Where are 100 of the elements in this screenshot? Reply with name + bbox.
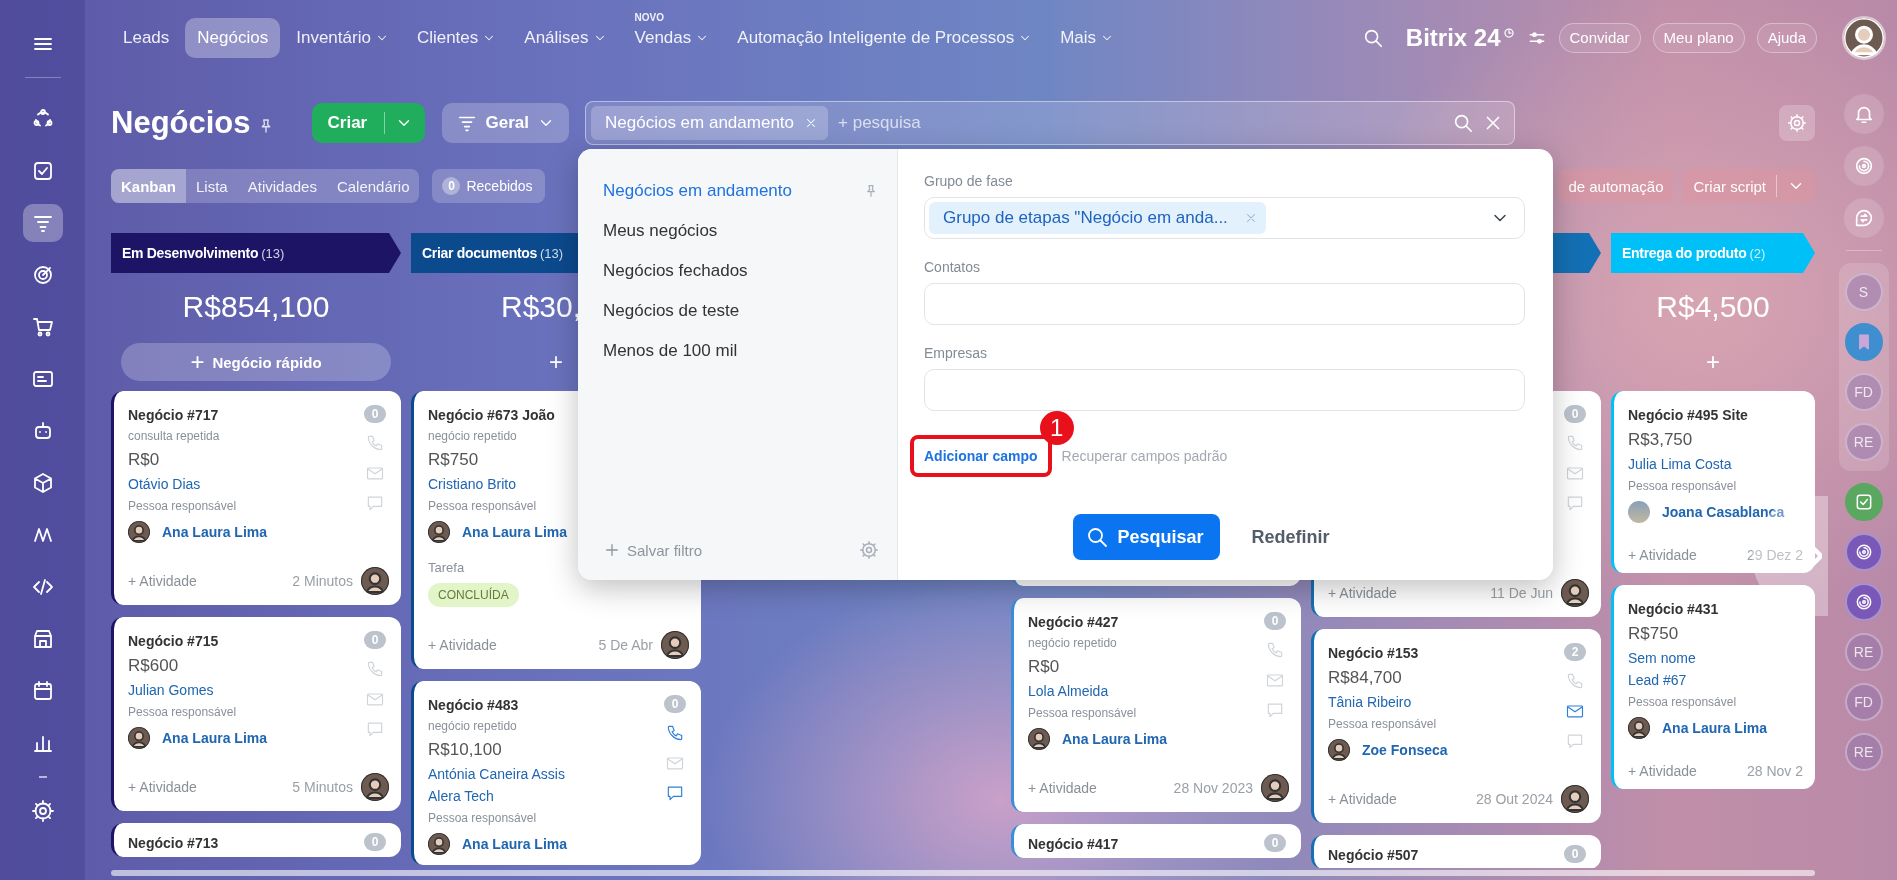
responsible-label: Pessoa responsável [1028,705,1137,722]
horizontal-scrollbar[interactable] [111,870,1815,876]
activity-time: 28 Out 2024 [1475,791,1553,807]
nav-tab[interactable]: Análises [512,17,619,58]
nav-tab[interactable]: Leads [111,17,182,58]
search-icon[interactable] [1452,112,1474,134]
deal-title[interactable]: Negócio #715 [128,631,219,651]
contact-link[interactable]: Sem nome [1628,647,1696,669]
user-avatar[interactable] [1841,16,1886,60]
responsible-label: Pessoa responsável [1628,478,1737,495]
filter-preset[interactable]: Negócios fechados [603,261,748,281]
chat-button[interactable] [1844,583,1883,621]
nav-tab[interactable]: Inventário [284,17,401,58]
view-tab[interactable]: Calendário [326,169,420,203]
responsible-link[interactable]: Ana Laura Lima [1062,731,1168,747]
select-field[interactable]: Grupo de etapas "Negócio em anda... [924,197,1525,239]
deal-card[interactable]: Negócio #507 0 [1311,835,1601,868]
add-activity-link[interactable]: + Atividade [428,637,497,653]
add-activity-link[interactable]: + Atividade [1328,585,1397,601]
responsible-link[interactable]: Ana Laura Lima [162,730,268,746]
deal-title[interactable]: Negócio #153 [1328,643,1419,663]
nav-tab[interactable]: Clientes [404,17,509,58]
responsible-link[interactable]: Zoe Fonseca [1362,742,1448,758]
deal-title[interactable]: Negócio #417 [1028,834,1119,854]
contact-link[interactable]: Antónia Caneira Assis [428,763,565,785]
new-label: NOVO [634,11,664,23]
deal-card[interactable]: Negócio #153 R$84,700 Tânia Ribeiro Pessoa responsável Zoe Fonseca 2 + Atividade 28 Out 2024 [1311,629,1601,823]
responsible-link[interactable]: Ana Laura Lima [162,524,268,540]
deal-card[interactable]: Negócio #717 consulta repetida R$0 Otávio Dias Pessoa responsável Ana Laura Lima 0 + Atividade 2 Minutos [111,391,401,605]
filter-preset[interactable]: Negócios em andamento [603,181,792,201]
responsible-link[interactable]: Ana Laura Lima [462,836,568,852]
task-label: Tarefa [428,559,465,577]
search-icon [1085,525,1110,549]
nav-tab[interactable]: Negócios [185,17,281,58]
reset-button[interactable]: Redefinir [1245,525,1336,549]
add-activity-link[interactable]: + Atividade [1028,780,1097,796]
add-field-link[interactable]: Adicionar campo [924,448,1038,464]
counter-badge: 0 [1264,612,1286,630]
filter-preset[interactable]: Menos de 100 mil [603,341,738,361]
contact-link[interactable]: Cristiano Brito [428,473,516,495]
responsible-link[interactable]: Ana Laura Lima [462,524,568,540]
view-tab[interactable]: Atividades [237,169,327,203]
view-tab[interactable]: Lista [186,169,238,203]
contact-link[interactable]: Lead #67 [1628,669,1687,691]
add-activity-link[interactable]: + Atividade [128,573,197,589]
field-label: Contatos [924,259,982,275]
deal-title[interactable]: Negócio #713 [128,833,219,853]
deal-card[interactable]: Negócio #431 R$750 Sem nome Lead #67 Pessoa responsável Ana Laura Lima + Atividade 28 Nov 2 [1611,585,1815,789]
deal-amount: R$3,750 [1628,429,1693,451]
responsible-link[interactable]: Joana Casablanca [1662,504,1785,520]
deal-title[interactable]: Negócio #507 [1328,845,1419,865]
deal-title[interactable]: Negócio #495 Site [1628,405,1748,425]
contact-link[interactable]: Otávio Dias [128,473,201,495]
deal-amount: R$0 [1028,656,1060,678]
activity-time: 29 Dez 2 [1746,547,1803,563]
deal-card[interactable]: Negócio #713 0 [111,823,401,857]
stage-count: (13) [261,245,285,261]
filter-preset[interactable]: Meus negócios [603,221,718,241]
stage-total: R$30, [501,289,582,324]
add-activity-link[interactable]: + Atividade [128,779,197,795]
deal-card[interactable]: Negócio #483 negócio repetido R$10,100 Antónia Caneira Assis Alera Tech Pessoa responsável Ana Laura Lima 0 [411,681,701,865]
stage-title: Criar documentos [422,245,537,261]
contact-link[interactable]: Lola Almeida [1028,680,1109,702]
deal-title[interactable]: Negócio #673 João [428,405,555,425]
nav-tab[interactable]: Mais [1048,17,1127,58]
logo: Bitrix 24 [1405,23,1515,52]
sidebar-item[interactable] [22,204,63,242]
search-button[interactable]: Pesquisar [1073,514,1220,560]
add-activity-link[interactable]: + Atividade [1628,763,1697,779]
notifications-button[interactable] [1843,94,1884,134]
deal-title[interactable]: Negócio #431 [1628,599,1719,619]
deal-title[interactable]: Negócio #483 [428,695,519,715]
settings-icon[interactable] [859,540,879,560]
nav-tab[interactable]: Automação Inteligente de Processos [725,17,1045,58]
contact-link[interactable]: Alera Tech [428,785,494,807]
deal-note: negócio repetido [428,718,517,735]
deal-card[interactable]: Negócio #417 0 [1011,824,1301,858]
deal-card[interactable]: Negócio #495 Site R$3,750 Julia Lima Costa Pessoa responsável Joana Casablanca + Atividade 29 Dez 2 [1611,391,1815,573]
input-field[interactable] [924,369,1525,411]
deal-title[interactable]: Negócio #717 [128,405,219,425]
input-field[interactable] [924,283,1525,325]
deal-title[interactable]: Negócio #427 [1028,612,1119,632]
contact-link[interactable]: Julian Gomes [128,679,214,701]
filter-preset[interactable]: Negócios de teste [603,301,740,321]
phone-icon[interactable] [665,723,685,743]
responsible-link[interactable]: Ana Laura Lima [1662,720,1768,736]
chat-button[interactable] [1843,198,1884,238]
deal-card[interactable]: Negócio #715 R$600 Julian Gomes Pessoa responsável Ana Laura Lima 0 + Atividade 5 Minutos [111,617,401,811]
stage-title: Entrega do produto [1622,245,1747,261]
deal-card[interactable]: Negócio #427 negócio repetido R$0 Lola Almeida Pessoa responsável Ana Laura Lima 0 + Atividade 28 Nov 2023 [1011,598,1301,812]
contact-link[interactable]: Tânia Ribeiro [1328,691,1412,713]
incoming-button[interactable]: 0 Recebidos [432,169,545,203]
responsible-label: Pessoa responsável [428,810,537,827]
bookmark-button[interactable] [1844,323,1883,361]
chat-button[interactable] [1844,533,1883,571]
add-activity-link[interactable]: + Atividade [1328,791,1397,807]
add-deal-button[interactable]: + Negócio rápido [121,343,391,381]
view-button[interactable]: Geral [441,103,569,143]
add-activity-link[interactable]: + Atividade [1628,547,1697,563]
contact-link[interactable]: Julia Lima Costa [1628,453,1732,475]
